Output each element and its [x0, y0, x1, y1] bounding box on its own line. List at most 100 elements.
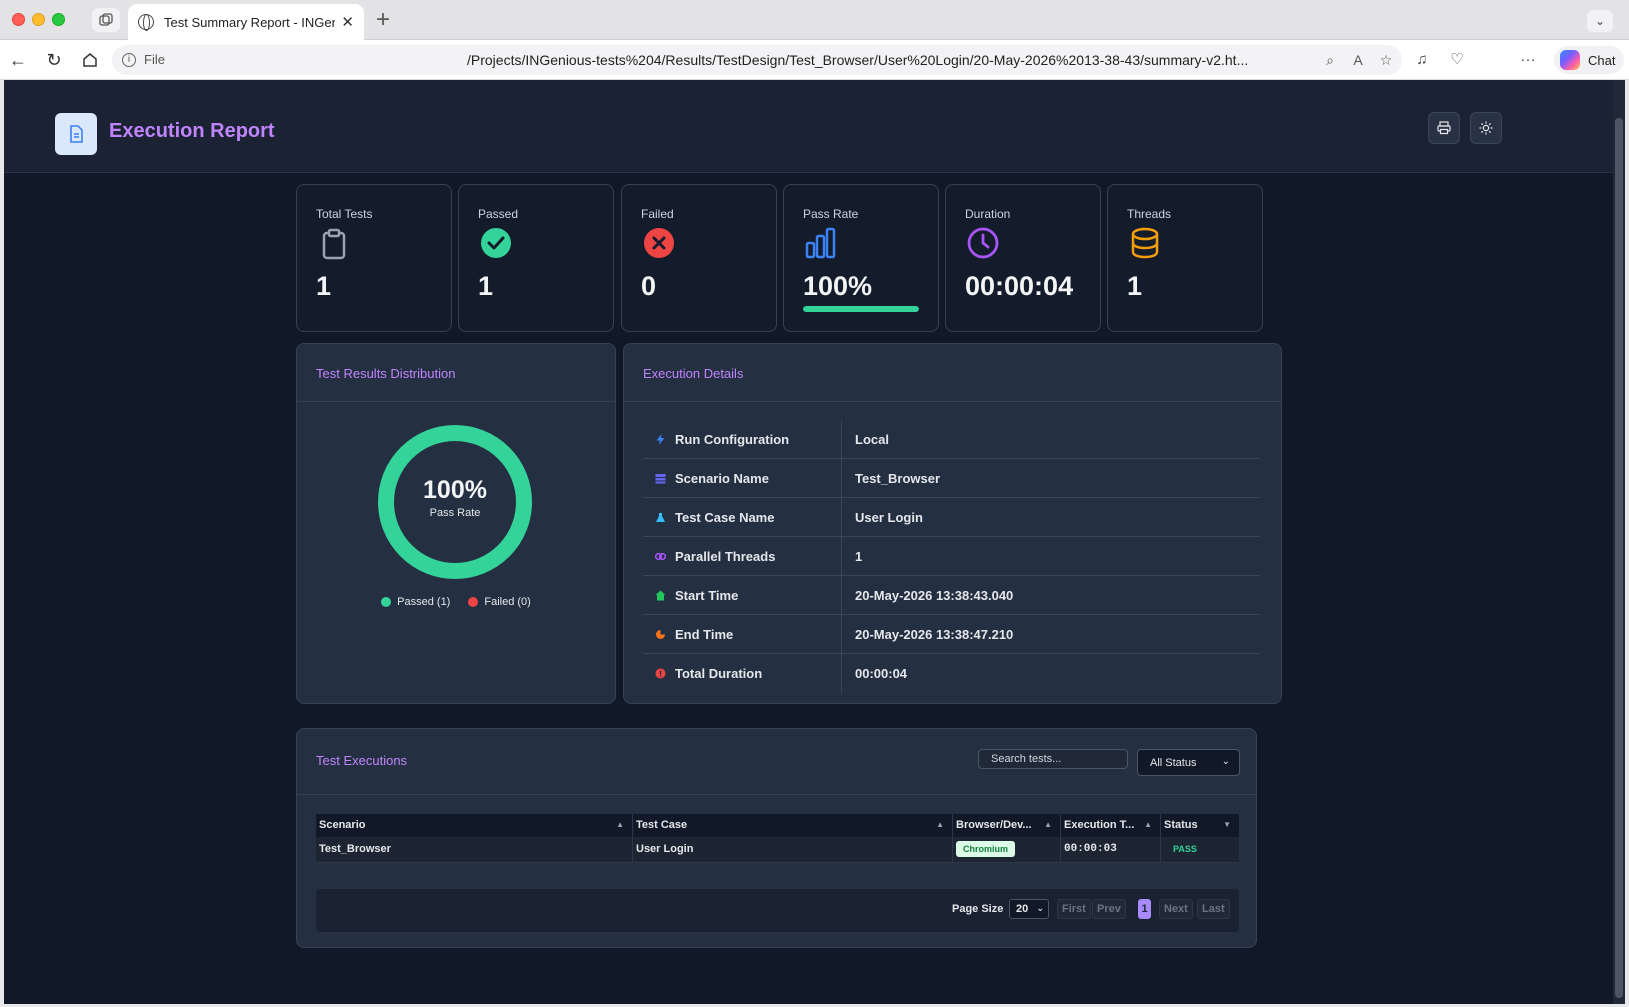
- legend-item-failed[interactable]: Failed (0): [468, 596, 531, 608]
- detail-row-test-case-name: Test Case Name User Login: [643, 498, 1260, 537]
- chevron-down-icon[interactable]: ⌄: [1587, 10, 1613, 32]
- reload-icon[interactable]: ↻: [42, 48, 66, 72]
- more-options-icon[interactable]: ···: [1516, 48, 1540, 72]
- sun-icon: [1479, 121, 1493, 135]
- zoom-icon[interactable]: ⌕: [1320, 50, 1340, 70]
- detail-row-parallel-threads: Parallel Threads 1: [643, 537, 1260, 576]
- cell-scenario: Test_Browser: [316, 837, 633, 863]
- detail-row-start-time: Start Time 20-May-2026 13:38:43.040: [643, 576, 1260, 615]
- cell-browser: Chromium: [953, 837, 1061, 863]
- browser-badge: Chromium: [956, 841, 1015, 857]
- stat-value: 00:00:04: [965, 271, 1074, 301]
- sort-asc-icon: ▲: [1044, 820, 1052, 829]
- legend-dot: [381, 597, 392, 607]
- scrollbar-thumb[interactable]: [1615, 118, 1623, 998]
- read-aloud-icon[interactable]: A: [1348, 50, 1368, 70]
- clock-icon: [965, 225, 1001, 261]
- favorite-star-icon[interactable]: ☆: [1376, 50, 1396, 70]
- url-text[interactable]: /Projects/INGenious-tests%204/Results/Te…: [467, 52, 1327, 68]
- page-scrollbar[interactable]: [1613, 80, 1625, 1004]
- detail-value: Local: [855, 432, 889, 447]
- sort-asc-icon: ▲: [936, 820, 944, 829]
- search-input[interactable]: [978, 749, 1128, 769]
- stat-value: 100%: [803, 271, 873, 301]
- stat-card-failed: Failed 0: [621, 184, 777, 332]
- health-icon[interactable]: ♡: [1445, 48, 1469, 72]
- legend-item-passed[interactable]: Passed (1): [381, 596, 450, 608]
- pass-rate-progress: [803, 306, 919, 312]
- legend-label: Passed (1): [397, 596, 451, 608]
- detail-value: 00:00:04: [855, 666, 908, 681]
- column-header-status[interactable]: Status ▼: [1161, 814, 1239, 837]
- browser-navbar: ← ↻ i File /Projects/INGenious-tests%204…: [0, 40, 1629, 80]
- tab-actions-icon[interactable]: [92, 8, 120, 32]
- stat-label: Failed: [641, 207, 674, 221]
- last-page-button[interactable]: Last: [1197, 899, 1230, 919]
- back-arrow-icon[interactable]: ←: [6, 48, 30, 72]
- cell-status: PASS: [1161, 837, 1239, 863]
- tab-close-icon[interactable]: ✕: [341, 13, 354, 31]
- stat-card-threads: Threads 1: [1107, 184, 1263, 332]
- print-button[interactable]: [1428, 112, 1460, 144]
- detail-label: End Time: [675, 627, 734, 642]
- donut-center-value: 100%: [423, 476, 487, 504]
- flask-icon: [656, 513, 665, 522]
- database-icon: [1127, 225, 1163, 261]
- prev-page-button[interactable]: Prev: [1092, 899, 1126, 919]
- column-header-scenario[interactable]: Scenario ▲: [316, 814, 633, 837]
- cell-execution-time: 00:00:03: [1061, 837, 1161, 863]
- table-row[interactable]: Test_Browser User Login Chromium 00:00:0…: [316, 837, 1239, 863]
- first-page-button[interactable]: First: [1057, 899, 1091, 919]
- detail-label: Scenario Name: [675, 471, 769, 486]
- status-badge: PASS: [1173, 844, 1197, 854]
- next-page-button[interactable]: Next: [1159, 899, 1193, 919]
- legend-dot: [468, 597, 479, 607]
- theme-toggle-button[interactable]: [1470, 112, 1502, 144]
- media-icon[interactable]: ♫: [1410, 48, 1434, 72]
- chart-legend: Passed (1) Failed (0): [297, 596, 615, 608]
- pagination-bar: Page Size 20 ⌄ First Prev 1 Next Last: [316, 889, 1239, 932]
- column-header-execution-time[interactable]: Execution T... ▲: [1061, 814, 1161, 837]
- test-executions-panel: Test Executions All Status ⌄ Scenario▲ T…: [296, 728, 1257, 948]
- stat-label: Passed: [478, 207, 519, 221]
- stat-label: Duration: [965, 207, 1011, 221]
- report-page: Execution Report Total Tests 1 Passed 1 …: [4, 80, 1625, 1004]
- browser-tab-active[interactable]: Test Summary Report - INGenious ✕: [128, 4, 364, 40]
- cell-test-case: User Login: [633, 837, 953, 863]
- chat-button[interactable]: Chat: [1554, 46, 1624, 74]
- home-icon[interactable]: [78, 48, 102, 72]
- stat-value: 1: [1127, 271, 1143, 301]
- info-icon[interactable]: i: [122, 53, 136, 67]
- pass-rate-donut-chart: 100% Pass Rate: [375, 422, 535, 582]
- page-size-label: Page Size: [952, 903, 1004, 915]
- legend-label: Failed (0): [484, 596, 531, 608]
- current-page-button[interactable]: 1: [1138, 899, 1151, 919]
- maximize-window-button[interactable]: [52, 13, 65, 26]
- detail-value: Test_Browser: [855, 471, 941, 486]
- detail-row-end-time: End Time 20-May-2026 13:38:47.210: [643, 615, 1260, 654]
- page-title: Execution Report: [109, 120, 275, 142]
- detail-row-total-duration: Total Duration 00:00:04: [643, 654, 1260, 693]
- panel-title: Execution Details: [643, 366, 744, 381]
- address-bar[interactable]: i File /Projects/INGenious-tests%204/Res…: [112, 45, 1402, 75]
- column-header-test-case[interactable]: Test Case ▲: [633, 814, 953, 837]
- minimize-window-button[interactable]: [32, 13, 45, 26]
- distribution-panel: Test Results Distribution 100% Pass Rate…: [296, 343, 616, 704]
- sort-desc-icon: ▼: [1223, 820, 1231, 829]
- detail-label: Run Configuration: [675, 432, 790, 447]
- close-window-button[interactable]: [12, 13, 25, 26]
- page-size-select[interactable]: 20 ⌄: [1009, 899, 1049, 919]
- new-tab-button[interactable]: +: [376, 6, 390, 34]
- report-header: Execution Report: [4, 80, 1613, 173]
- info-icon: [655, 668, 666, 679]
- donut-center-label: Pass Rate: [429, 507, 481, 519]
- check-circle-icon: [478, 225, 514, 261]
- bar-chart-icon: [803, 225, 839, 261]
- detail-label: Total Duration: [675, 666, 763, 681]
- column-header-browser[interactable]: Browser/Dev... ▲: [953, 814, 1061, 837]
- sort-asc-icon: ▲: [1144, 820, 1152, 829]
- status-filter-value: All Status: [1150, 757, 1197, 769]
- status-filter-select[interactable]: All Status ⌄: [1137, 749, 1240, 776]
- link-icon: [655, 552, 666, 561]
- stat-value: 0: [641, 271, 657, 301]
